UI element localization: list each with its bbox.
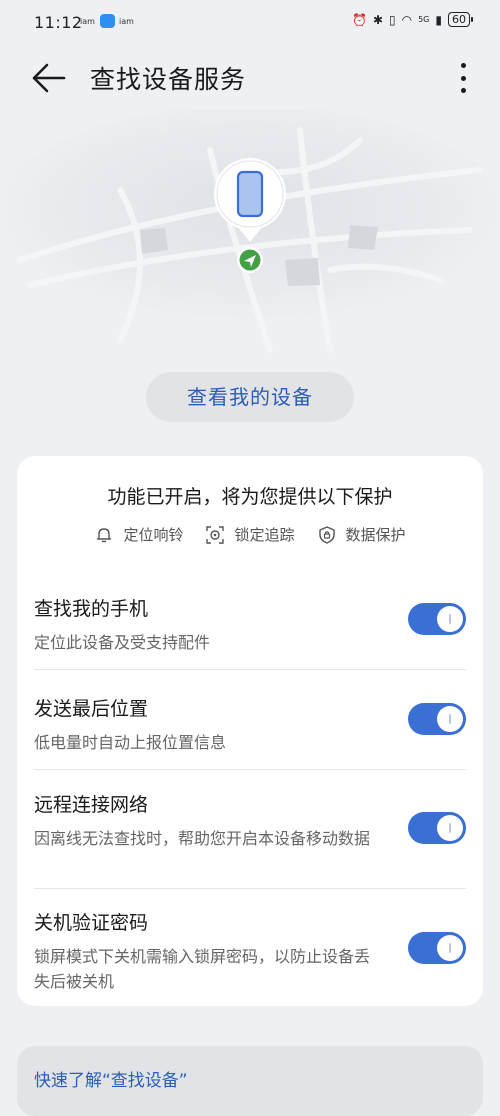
setting-find-my-phone: 查找我的手机 定位此设备及受支持配件 (34, 594, 466, 655)
location-dot-icon (237, 247, 263, 273)
bell-icon (97, 527, 112, 542)
divider (34, 669, 466, 670)
vibrate-icon: ▯ (389, 12, 396, 27)
signal-icon: ▮ (435, 12, 442, 27)
setting-title: 关机验证密码 (34, 912, 149, 934)
setting-subtitle: 定位此设备及受支持配件 (34, 633, 211, 652)
setting-title: 发送最后位置 (34, 698, 149, 720)
shield-lock-icon (318, 525, 335, 544)
feature-data-protection: 数据保护 (317, 524, 406, 545)
divider (34, 888, 466, 889)
device-location-map (0, 110, 500, 353)
protection-card: 功能已开启，将为您提供以下保护 定位响铃 锁定追踪 数据保护 查找我的手机 定位… (17, 456, 483, 1006)
find-my-phone-toggle[interactable] (408, 603, 466, 635)
feature-label: 锁定追踪 (234, 526, 295, 544)
setting-subtitle: 因离线无法查找时，帮助您开启本设备移动数据 (34, 829, 371, 848)
feature-lock-track: 锁定追踪 (205, 524, 295, 545)
setting-title: 远程连接网络 (34, 794, 149, 816)
send-last-location-toggle[interactable] (408, 703, 466, 735)
remote-network-toggle[interactable] (408, 812, 466, 844)
status-time: 11:12 (34, 13, 83, 32)
wifi-icon: ◠ (401, 12, 413, 27)
feature-ring: 定位响铃 (94, 524, 183, 545)
divider (34, 769, 466, 770)
alarm-icon: ⏰ (351, 12, 367, 27)
back-arrow-icon[interactable] (30, 60, 70, 96)
learn-more-link[interactable]: 快速了解“查找设备” (34, 1066, 188, 1091)
feature-label: 数据保护 (345, 526, 406, 544)
setting-remote-network: 远程连接网络 因离线无法查找时，帮助您开启本设备移动数据 (34, 790, 466, 851)
more-options-icon[interactable] (456, 60, 470, 96)
feature-list: 定位响铃 锁定追踪 数据保护 (17, 524, 483, 545)
setting-subtitle: 低电量时自动上报位置信息 (34, 733, 227, 752)
feature-label: 定位响铃 (123, 526, 184, 544)
battery-icon: 60 (448, 12, 473, 27)
setting-send-last-location: 发送最后位置 低电量时自动上报位置信息 (34, 694, 466, 755)
view-my-device-button[interactable]: 查看我的设备 (146, 372, 354, 422)
setting-subtitle: 锁屏模式下关机需输入锁屏密码，以防止设备丢失后被关机 (34, 947, 371, 991)
setting-shutdown-password: 关机验证密码 锁屏模式下关机需输入锁屏密码，以防止设备丢失后被关机 (34, 908, 466, 994)
protection-headline: 功能已开启，将为您提供以下保护 (107, 486, 393, 508)
carrier-label: iam (80, 17, 95, 26)
setting-title: 查找我的手机 (34, 598, 149, 620)
learn-more-card[interactable]: 快速了解“查找设备” (17, 1046, 483, 1116)
status-icons: ⏰ ✱ ▯ ◠ 5G ▮ 60 (351, 12, 473, 27)
network-type: 5G (418, 15, 430, 24)
carrier-label: iam (119, 17, 134, 26)
cloud-icon (100, 14, 115, 28)
app-header: 查找设备服务 (0, 46, 500, 110)
page-title: 查找设备服务 (90, 65, 247, 94)
status-bar: 11:12 iam iam ⏰ ✱ ▯ ◠ 5G ▮ 60 (0, 0, 500, 46)
bluetooth-icon: ✱ (372, 12, 383, 27)
shutdown-password-toggle[interactable] (408, 932, 466, 964)
target-lock-icon (206, 525, 225, 544)
